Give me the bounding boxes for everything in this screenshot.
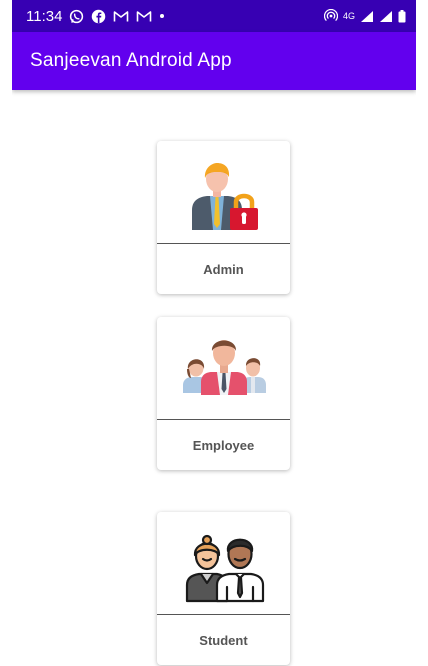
whatsapp-icon (69, 9, 84, 24)
gmail-icon (136, 10, 152, 23)
student-card[interactable]: Student (157, 512, 290, 665)
employee-label: Employee (192, 437, 255, 453)
employee-card[interactable]: Employee (157, 317, 290, 470)
student-label: Student (199, 632, 248, 648)
admin-image (157, 141, 290, 243)
status-time: 11:34 (26, 7, 63, 25)
signal-icon (379, 10, 393, 23)
admin-label: Admin (203, 261, 244, 277)
status-left: 11:34 (26, 8, 165, 25)
app-title: Sanjeevan Android App (30, 50, 232, 71)
student-image (157, 512, 290, 614)
signal-icon (360, 10, 374, 23)
admin-card[interactable]: Admin (157, 141, 290, 294)
facebook-icon (91, 9, 106, 24)
status-bar: 11:34 4G (12, 0, 416, 32)
admin-lock-icon (191, 163, 258, 230)
status-right: 4G (323, 9, 406, 23)
phone-screen: 11:34 4G Sanjeevan Android App Admin Emp… (12, 0, 416, 666)
app-bar: Sanjeevan Android App (12, 32, 416, 90)
hotspot-icon (323, 9, 338, 23)
dot-icon (159, 13, 165, 19)
battery-icon (398, 9, 406, 23)
employee-group-icon (182, 340, 266, 395)
employee-image (157, 317, 290, 419)
students-icon (185, 534, 264, 603)
network-type: 4G (342, 10, 355, 21)
gmail-icon (113, 10, 129, 23)
